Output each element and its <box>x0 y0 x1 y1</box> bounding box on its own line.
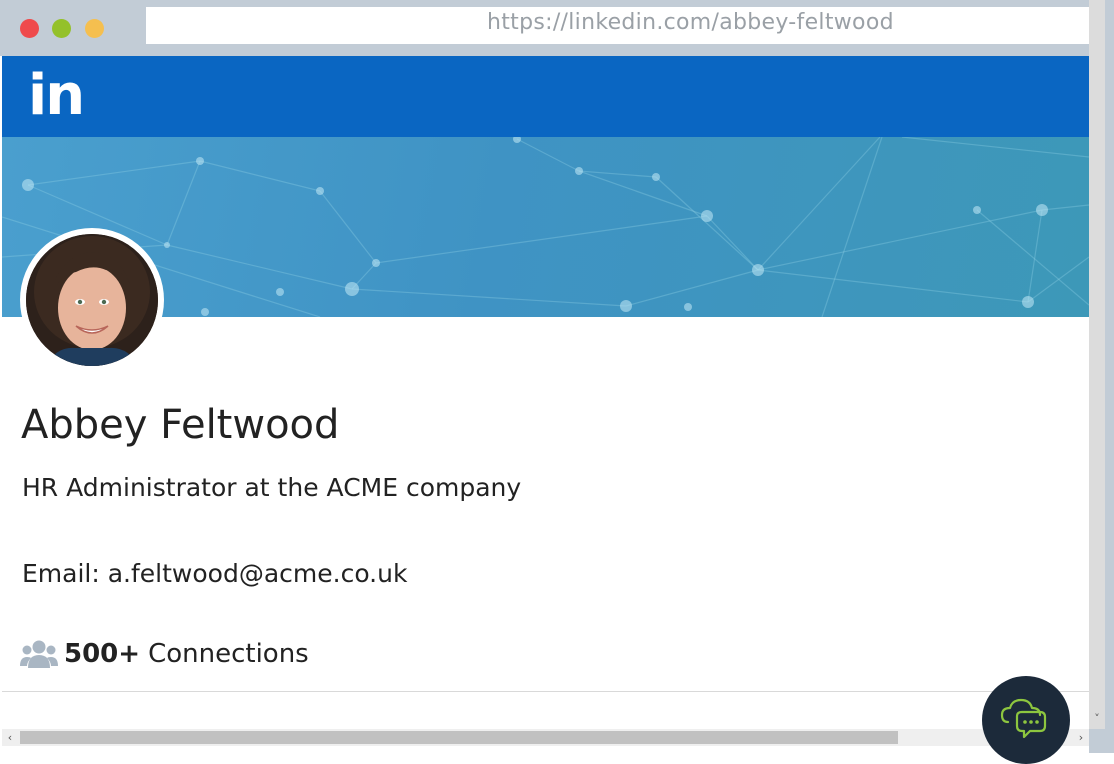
horizontal-scrollbar[interactable]: ‹ › <box>2 729 1089 746</box>
cloud-chat-icon <box>1000 698 1047 739</box>
profile-headline: HR Administrator at the ACME company <box>22 473 522 502</box>
linkedin-header: in <box>2 56 1089 137</box>
maximize-window-button[interactable] <box>85 19 104 38</box>
profile-email: Email: a.feltwood@acme.co.uk <box>22 559 408 588</box>
profile-photo <box>26 234 158 366</box>
profile-banner <box>2 137 1089 317</box>
scroll-right-arrow-icon[interactable]: › <box>1073 729 1089 746</box>
horizontal-scroll-thumb[interactable] <box>20 731 898 744</box>
connections-link[interactable]: 500+ Connections <box>20 636 309 672</box>
scroll-left-arrow-icon[interactable]: ‹ <box>2 729 18 746</box>
users-icon <box>20 640 58 668</box>
connections-label: Connections <box>148 639 309 669</box>
close-window-button[interactable] <box>20 19 39 38</box>
section-divider <box>2 691 1089 692</box>
address-bar-url: https://linkedin.com/abbey-feltwood <box>487 10 894 35</box>
connections-count: 500+ <box>64 639 141 669</box>
profile-page: in Abbey Feltwood HR Administrator at th… <box>2 56 1089 729</box>
network-pattern-graphic <box>2 137 1089 317</box>
scroll-down-arrow-icon[interactable]: ˅ <box>1090 710 1104 728</box>
chat-launcher-button[interactable] <box>982 676 1070 764</box>
linkedin-logo[interactable]: in <box>28 62 85 130</box>
browser-titlebar: https://linkedin.com/abbey-feltwood <box>0 0 1089 56</box>
vertical-scrollbar[interactable] <box>1089 0 1105 729</box>
minimize-window-button[interactable] <box>52 19 71 38</box>
profile-name: Abbey Feltwood <box>21 402 340 448</box>
address-bar[interactable]: https://linkedin.com/abbey-feltwood <box>146 7 1089 44</box>
avatar[interactable] <box>20 228 164 372</box>
